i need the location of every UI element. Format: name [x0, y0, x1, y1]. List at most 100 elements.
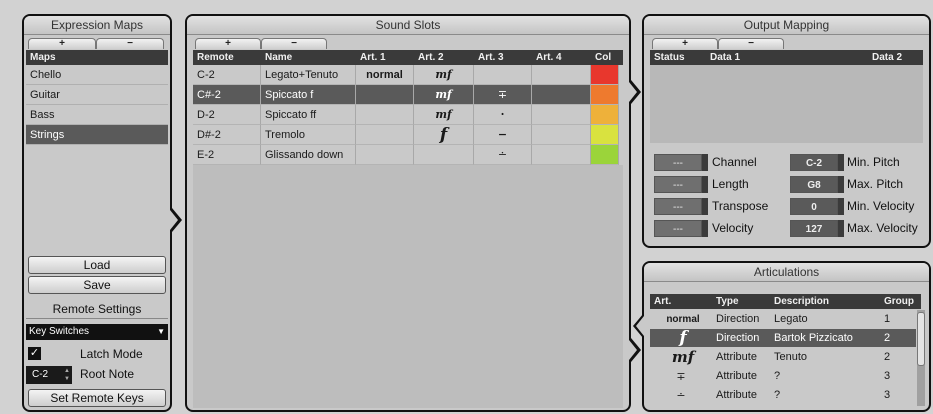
color-swatch[interactable] [591, 125, 619, 145]
remote-cell[interactable]: C-2 [193, 65, 261, 85]
root-note-field[interactable]: C-2 ▲ ▼ [26, 366, 72, 384]
art3-cell[interactable]: · [474, 105, 532, 125]
channel-stepper[interactable] [702, 154, 708, 171]
latch-mode-checkbox[interactable]: ✓ [28, 347, 41, 360]
remote-cell[interactable]: C#-2 [193, 85, 261, 105]
table-row[interactable]: ∓ Attribute ? 3 [650, 367, 916, 385]
max-velocity-stepper[interactable] [838, 220, 844, 237]
articulations-scrollbar[interactable] [917, 310, 925, 406]
maps-column-header: Maps [26, 50, 168, 65]
art1-cell[interactable] [356, 105, 414, 125]
save-button[interactable]: Save [28, 276, 166, 294]
table-row[interactable]: E-2 Glissando down ∸ [193, 145, 623, 165]
color-swatch[interactable] [591, 65, 619, 85]
max-pitch-field[interactable]: G8 [790, 176, 838, 193]
remove-map-button[interactable]: − [96, 38, 164, 49]
map-item-bass[interactable]: Bass [26, 105, 168, 125]
art1-cell[interactable] [356, 145, 414, 165]
art4-cell[interactable] [532, 85, 591, 105]
name-cell[interactable]: Glissando down [261, 145, 356, 165]
art1-cell[interactable]: normal [356, 65, 414, 85]
length-field[interactable]: --- [654, 176, 702, 193]
art3-cell[interactable] [474, 65, 532, 85]
col-description: Description [774, 296, 830, 307]
table-row[interactable]: C-2 Legato+Tenuto normal mf [193, 65, 623, 85]
col-remote: Remote [197, 52, 234, 63]
col-data2: Data 2 [872, 52, 903, 63]
transpose-stepper[interactable] [702, 198, 708, 215]
art3-cell[interactable]: − [474, 125, 532, 145]
min-pitch-field[interactable]: C-2 [790, 154, 838, 171]
velocity-stepper[interactable] [702, 220, 708, 237]
art1-cell[interactable] [356, 125, 414, 145]
art2-cell[interactable] [414, 145, 474, 165]
color-swatch[interactable] [591, 105, 619, 125]
name-cell[interactable]: Spiccato ff [261, 105, 356, 125]
art-cell: normal [666, 313, 700, 325]
root-note-value: C-2 [32, 369, 49, 380]
add-map-button[interactable]: + [28, 38, 96, 49]
art3-cell[interactable]: ∸ [474, 145, 532, 165]
remote-cell[interactable]: D#-2 [193, 125, 261, 145]
load-button[interactable]: Load [28, 256, 166, 274]
max-velocity-field[interactable]: 127 [790, 220, 838, 237]
description-cell: ? [774, 370, 781, 382]
art2-cell[interactable]: mf [414, 65, 474, 85]
slots-column-header: Remote Name Art. 1 Art. 2 Art. 3 Art. 4 … [193, 50, 623, 65]
transpose-field[interactable]: --- [654, 198, 702, 215]
art1-cell[interactable] [356, 85, 414, 105]
table-row[interactable]: D-2 Spiccato ff mf · [193, 105, 623, 125]
group-cell: 3 [884, 370, 891, 382]
name-cell[interactable]: Legato+Tenuto [261, 65, 356, 85]
remote-cell[interactable]: E-2 [193, 145, 261, 165]
art3-cell[interactable]: ∓ [474, 85, 532, 105]
type-cell: Attribute [716, 370, 757, 382]
art4-cell[interactable] [532, 125, 591, 145]
table-row[interactable]: normal Direction Legato 1 [650, 310, 916, 328]
color-swatch[interactable] [591, 85, 619, 105]
type-cell: Attribute [716, 389, 757, 401]
length-label: Length [712, 177, 749, 191]
table-row[interactable]: C#-2 Spiccato f mf ∓ [193, 85, 623, 105]
col-color: Col [595, 52, 612, 63]
maps-list: Chello Guitar Bass Strings [26, 65, 168, 145]
name-cell[interactable]: Spiccato f [261, 85, 356, 105]
name-cell[interactable]: Tremolo [261, 125, 356, 145]
art4-cell[interactable] [532, 65, 591, 85]
max-pitch-label: Max. Pitch [847, 177, 904, 191]
velocity-field[interactable]: --- [654, 220, 702, 237]
remote-cell[interactable]: D-2 [193, 105, 261, 125]
min-pitch-stepper[interactable] [838, 154, 844, 171]
col-art: Art. [654, 296, 672, 307]
art2-cell[interactable]: mf [414, 85, 474, 105]
art-cell: ∓ [676, 369, 686, 383]
table-row[interactable]: mf Attribute Tenuto 2 [650, 348, 916, 366]
table-row[interactable]: f Direction Bartok Pizzicato 2 [650, 328, 916, 348]
map-item-strings[interactable]: Strings [26, 125, 168, 145]
table-row[interactable]: ∸ Attribute ? 3 [650, 386, 916, 404]
slots-table: C-2 Legato+Tenuto normal mf C#-2 Spiccat… [193, 65, 623, 165]
remove-slot-button[interactable]: − [261, 38, 327, 49]
scrollbar-thumb[interactable] [917, 312, 925, 366]
map-item-guitar[interactable]: Guitar [26, 85, 168, 105]
set-remote-keys-button[interactable]: Set Remote Keys [28, 389, 166, 407]
max-pitch-stepper[interactable] [838, 176, 844, 193]
art4-cell[interactable] [532, 105, 591, 125]
art2-cell[interactable]: mf [414, 105, 474, 125]
add-mapping-button[interactable]: + [652, 38, 718, 49]
stepper-icon[interactable]: ▲ ▼ [64, 367, 70, 383]
art2-cell[interactable]: f [414, 125, 474, 145]
channel-field[interactable]: --- [654, 154, 702, 171]
table-row[interactable]: D#-2 Tremolo f − [193, 125, 623, 145]
remove-mapping-button[interactable]: − [718, 38, 784, 49]
transpose-label: Transpose [712, 199, 769, 213]
root-note-label: Root Note [80, 367, 135, 381]
min-velocity-stepper[interactable] [838, 198, 844, 215]
remote-mode-select[interactable]: Key Switches ▼ [26, 324, 168, 340]
min-velocity-field[interactable]: 0 [790, 198, 838, 215]
art4-cell[interactable] [532, 145, 591, 165]
map-item-chello[interactable]: Chello [26, 65, 168, 85]
length-stepper[interactable] [702, 176, 708, 193]
color-swatch[interactable] [591, 145, 619, 165]
add-slot-button[interactable]: + [195, 38, 261, 49]
